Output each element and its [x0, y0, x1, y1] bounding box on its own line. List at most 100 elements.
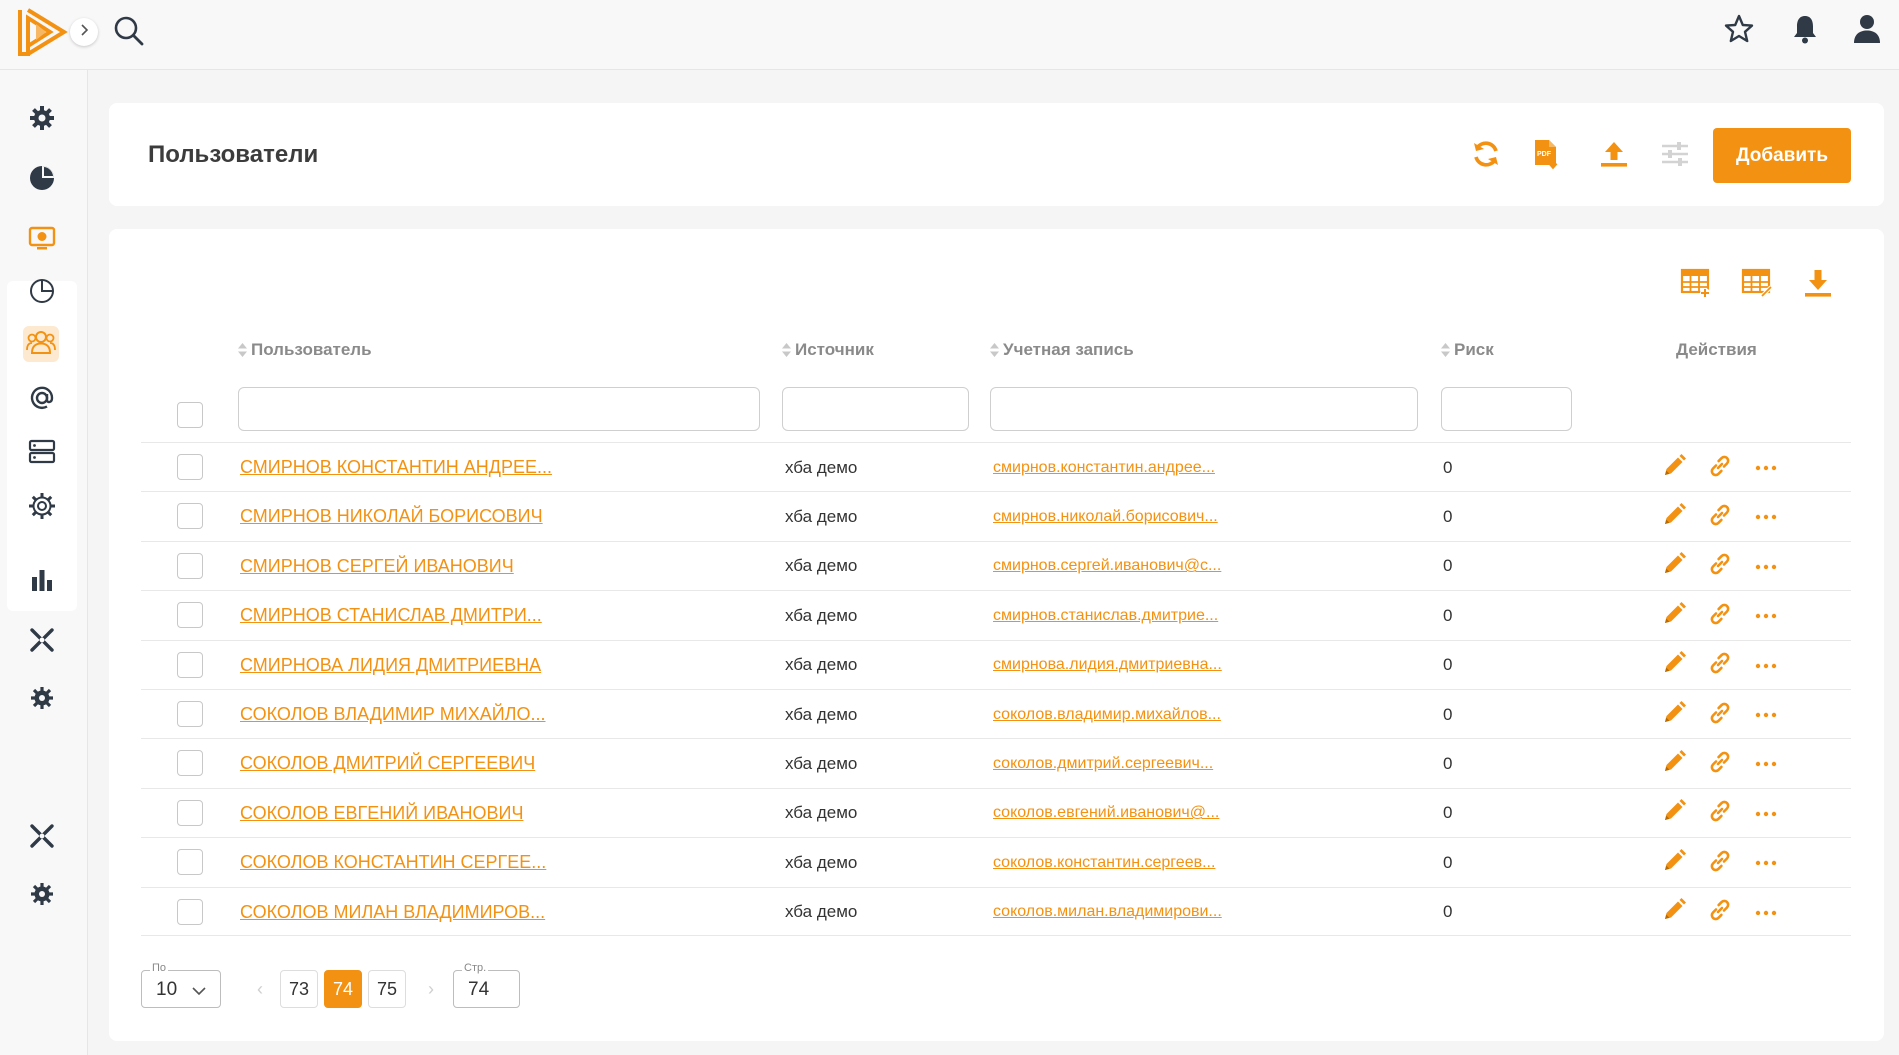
row-checkbox[interactable]	[177, 898, 203, 925]
notifications-button[interactable]	[1788, 14, 1822, 48]
link-button[interactable]	[1705, 799, 1735, 829]
more-button[interactable]	[1751, 453, 1781, 483]
page-button[interactable]: 73	[280, 970, 318, 1008]
column-header-risk[interactable]: Риск	[1441, 340, 1494, 360]
select-all-checkbox[interactable]	[177, 402, 203, 428]
link-button[interactable]	[1705, 898, 1735, 928]
link-button[interactable]	[1705, 749, 1735, 779]
row-checkbox[interactable]	[177, 552, 203, 579]
sidebar-item-tools-2[interactable]	[22, 818, 62, 858]
account-link[interactable]: смирнова.лидия.дмитриевна...	[993, 656, 1222, 674]
risk-filter-input[interactable]	[1441, 387, 1572, 431]
sidebar-item-analytics[interactable]	[22, 562, 62, 602]
user-filter-input[interactable]	[238, 387, 760, 431]
more-button[interactable]	[1751, 799, 1781, 829]
row-checkbox[interactable]	[177, 750, 203, 777]
export-pdf-button[interactable]: PDF	[1527, 136, 1567, 176]
edit-columns-button[interactable]	[1737, 265, 1777, 305]
more-button[interactable]	[1751, 848, 1781, 878]
account-link[interactable]: смирнов.станислав.дмитрие...	[993, 607, 1218, 625]
user-name-link[interactable]: СОКОЛОВ ВЛАДИМИР МИХАЙЛО...	[240, 704, 546, 725]
more-button[interactable]	[1751, 552, 1781, 582]
link-button[interactable]	[1705, 651, 1735, 681]
row-checkbox[interactable]	[177, 849, 203, 876]
link-button[interactable]	[1705, 848, 1735, 878]
user-name-link[interactable]: СОКОЛОВ МИЛАН ВЛАДИМИРОВ...	[240, 902, 545, 923]
sidebar-expand-button[interactable]	[70, 18, 98, 46]
sidebar-item-dashboard[interactable]	[22, 160, 62, 200]
sidebar-item-system[interactable]	[22, 680, 62, 720]
account-filter-input[interactable]	[990, 387, 1418, 431]
edit-button[interactable]	[1659, 700, 1689, 730]
link-button[interactable]	[1705, 700, 1735, 730]
sidebar-item-mail[interactable]	[22, 380, 62, 420]
edit-button[interactable]	[1659, 601, 1689, 631]
column-header-source[interactable]: Источник	[782, 340, 874, 360]
account-link[interactable]: соколов.евгений.иванович@...	[993, 804, 1219, 822]
user-name-link[interactable]: СМИРНОВА ЛИДИЯ ДМИТРИЕВНА	[240, 655, 541, 676]
sidebar-item-tools[interactable]	[22, 622, 62, 662]
account-link[interactable]: смирнов.константин.андрее...	[993, 459, 1215, 477]
page-button-current[interactable]: 74	[324, 970, 362, 1008]
per-page-select[interactable]: По 10	[141, 962, 221, 1008]
source-filter-input[interactable]	[782, 387, 969, 431]
row-checkbox[interactable]	[177, 651, 203, 678]
sidebar-item-users[interactable]	[23, 326, 59, 362]
user-name-link[interactable]: СМИРНОВ СТАНИСЛАВ ДМИТРИ...	[240, 605, 542, 626]
more-button[interactable]	[1751, 749, 1781, 779]
user-name-link[interactable]: СОКОЛОВ КОНСТАНТИН СЕРГЕЕ...	[240, 852, 546, 873]
edit-button[interactable]	[1659, 799, 1689, 829]
edit-button[interactable]	[1659, 552, 1689, 582]
column-header-user[interactable]: Пользователь	[238, 340, 372, 360]
edit-button[interactable]	[1659, 453, 1689, 483]
add-column-button[interactable]	[1676, 265, 1716, 305]
more-button[interactable]	[1751, 700, 1781, 730]
account-link[interactable]: смирнов.сергей.иванович@с...	[993, 557, 1221, 575]
user-name-link[interactable]: СМИРНОВ КОНСТАНТИН АНДРЕЕ...	[240, 457, 552, 478]
filter-settings-button[interactable]	[1655, 136, 1695, 176]
more-button[interactable]	[1751, 651, 1781, 681]
sidebar-item-settings[interactable]	[22, 100, 62, 140]
account-link[interactable]: соколов.константин.сергеев...	[993, 854, 1215, 872]
user-name-link[interactable]: СОКОЛОВ ЕВГЕНИЙ ИВАНОВИЧ	[240, 803, 523, 824]
row-checkbox[interactable]	[177, 701, 203, 727]
row-checkbox[interactable]	[177, 454, 203, 480]
favorites-button[interactable]	[1722, 14, 1756, 48]
upload-button[interactable]	[1594, 136, 1634, 176]
link-button[interactable]	[1705, 502, 1735, 532]
account-link[interactable]: соколов.дмитрий.сергеевич...	[993, 755, 1213, 773]
profile-button[interactable]	[1850, 14, 1884, 48]
edit-button[interactable]	[1659, 848, 1689, 878]
more-button[interactable]	[1751, 601, 1781, 631]
row-checkbox[interactable]	[177, 602, 203, 629]
app-logo[interactable]	[16, 6, 68, 58]
sidebar-item-servers[interactable]	[22, 434, 62, 474]
link-button[interactable]	[1705, 601, 1735, 631]
row-checkbox[interactable]	[177, 503, 203, 530]
link-button[interactable]	[1705, 552, 1735, 582]
next-page-button[interactable]: ›	[428, 979, 434, 1000]
add-user-button[interactable]: Добавить	[1713, 128, 1851, 183]
more-button[interactable]	[1751, 502, 1781, 532]
link-button[interactable]	[1705, 453, 1735, 483]
page-button[interactable]: 75	[368, 970, 406, 1008]
account-link[interactable]: соколов.владимир.михайлов...	[993, 706, 1221, 724]
edit-button[interactable]	[1659, 898, 1689, 928]
more-button[interactable]	[1751, 898, 1781, 928]
account-link[interactable]: соколов.милан.владимирови...	[993, 903, 1222, 921]
sidebar-item-monitoring[interactable]	[22, 220, 62, 260]
sidebar-item-config[interactable]	[22, 488, 62, 528]
download-button[interactable]	[1798, 265, 1838, 305]
user-name-link[interactable]: СОКОЛОВ ДМИТРИЙ СЕРГЕЕВИЧ	[240, 753, 535, 774]
edit-button[interactable]	[1659, 502, 1689, 532]
edit-button[interactable]	[1659, 749, 1689, 779]
sidebar-item-system-2[interactable]	[22, 876, 62, 916]
row-checkbox[interactable]	[177, 799, 203, 826]
search-button[interactable]	[112, 14, 146, 48]
refresh-button[interactable]	[1466, 136, 1506, 176]
page-number-input[interactable]: Стр. 74	[453, 962, 520, 1008]
prev-page-button[interactable]: ‹	[257, 979, 263, 1000]
column-header-account[interactable]: Учетная запись	[990, 340, 1134, 360]
account-link[interactable]: смирнов.николай.борисович...	[993, 508, 1218, 526]
edit-button[interactable]	[1659, 651, 1689, 681]
